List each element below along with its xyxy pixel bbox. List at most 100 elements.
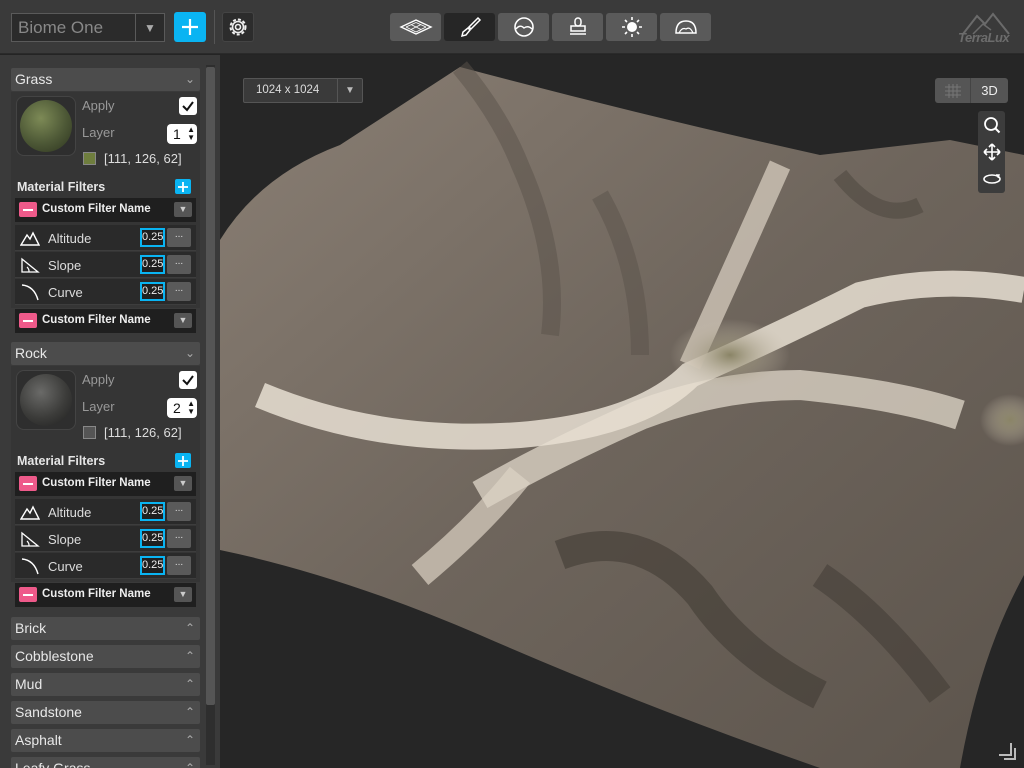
orbit-icon [982,173,1001,184]
chevron-down-icon[interactable]: ▼ [174,313,192,328]
filter-name: Custom Filter Name [42,314,151,326]
chevron-up-icon[interactable]: ⌃ [185,757,195,768]
chevron-up-icon[interactable]: ⌃ [185,645,195,668]
material-header-cobblestone[interactable]: Cobblestone ⌃ [11,645,200,668]
curve-more-button[interactable]: ... [167,556,191,575]
material-thumbnail[interactable] [16,96,76,156]
altitude-value-input[interactable]: 0.25 [140,502,165,521]
orbit-button[interactable] [978,165,1005,192]
terrain-tool-button[interactable] [390,13,441,41]
chevron-down-icon[interactable]: ▼ [136,14,164,41]
terrain-viewport[interactable] [220,55,1024,768]
layer-stepper[interactable]: 2 ▲ ▼ [167,398,197,418]
remove-filter-button[interactable] [19,476,37,491]
material-header-grass[interactable]: Grass ⌄ [11,68,200,91]
apply-checkbox[interactable] [179,371,197,389]
altitude-more-button[interactable]: ... [167,228,191,247]
apply-checkbox[interactable] [179,97,197,115]
logo-text: TerraLux [958,30,1010,45]
filter-name: Custom Filter Name [42,477,151,489]
chevron-up-icon[interactable]: ⌃ [185,673,195,696]
chevron-down-icon[interactable]: ▼ [338,79,362,102]
material-header-asphalt[interactable]: Asphalt ⌃ [11,729,200,752]
curve-label: Curve [48,559,83,574]
water-tool-button[interactable] [498,13,549,41]
curve-label: Curve [48,285,83,300]
paint-tool-button[interactable] [444,13,495,41]
chevron-down-icon[interactable]: ▼ [174,587,192,602]
biome-select-value: Biome One [12,14,136,41]
settings-button[interactable] [222,12,254,42]
sky-tool-button[interactable] [660,13,711,41]
slope-value-input[interactable]: 0.25 [140,255,165,274]
zoom-button[interactable] [978,111,1005,138]
chevron-down-icon[interactable]: ⌄ [185,342,195,365]
add-filter-button[interactable] [175,453,191,468]
curve-value-input[interactable]: 0.25 [140,282,165,301]
scrollbar-thumb[interactable] [206,67,215,705]
remove-filter-button[interactable] [19,587,37,602]
remove-filter-button[interactable] [19,313,37,328]
add-biome-button[interactable] [174,12,206,42]
add-filter-button[interactable] [175,179,191,194]
filter-row: Custom Filter Name ▼ [15,583,196,607]
material-name: Brick [15,620,47,636]
chevron-up-icon[interactable]: ⌃ [185,729,195,752]
sky-dome-icon [674,20,697,34]
curve-value-input[interactable]: 0.25 [140,556,165,575]
move-arrows-icon [982,142,1001,161]
layer-value: 2 [173,400,181,416]
stamp-tool-button[interactable] [552,13,603,41]
remove-filter-button[interactable] [19,202,37,217]
layer-value: 1 [173,126,181,142]
tool-group [390,13,711,41]
chevron-up-icon[interactable]: ⌃ [185,617,195,640]
minus-icon [23,319,33,322]
chevron-up-icon[interactable]: ⌃ [185,701,195,724]
resize-corner-icon[interactable] [997,741,1017,761]
filter-row: Custom Filter Name ▼ [15,472,196,496]
slope-more-button[interactable]: ... [167,255,191,274]
2d-view-button[interactable] [935,78,971,103]
material-name: Rock [15,345,47,361]
stepper-arrows-icon[interactable]: ▲ ▼ [187,126,195,142]
pan-button[interactable] [978,138,1005,165]
color-swatch[interactable] [83,426,96,439]
gear-icon [229,18,247,36]
chevron-down-icon[interactable]: ▼ [174,476,192,491]
curve-row: Curve 0.25 ... [15,279,196,305]
curve-row: Curve 0.25 ... [15,553,196,579]
layer-stepper[interactable]: 1 ▲ ▼ [167,124,197,144]
altitude-more-button[interactable]: ... [167,502,191,521]
toolbar-divider [214,10,215,44]
altitude-row: Altitude 0.25 ... [15,225,196,251]
resolution-select[interactable]: 1024 x 1024 ▼ [243,78,363,103]
color-swatch[interactable] [83,152,96,165]
filter-row: Custom Filter Name ▼ [15,198,196,222]
material-header-mud[interactable]: Mud ⌃ [11,673,200,696]
material-header-rock[interactable]: Rock ⌄ [11,342,200,365]
material-name: Asphalt [15,732,62,748]
material-header-sandstone[interactable]: Sandstone ⌃ [11,701,200,724]
material-thumbnail[interactable] [16,370,76,430]
material-name: Grass [15,71,53,87]
layer-label: Layer [82,125,115,140]
water-level-icon [513,17,534,37]
stepper-arrows-icon[interactable]: ▲ ▼ [187,400,195,416]
chevron-down-icon[interactable]: ⌄ [185,68,195,91]
stamp-icon [569,17,586,35]
slope-row: Slope 0.25 ... [15,252,196,278]
altitude-value-input[interactable]: 0.25 [140,228,165,247]
view-mode-toggle: 3D [935,78,1008,103]
color-value: [111, 126, 62] [104,151,182,166]
3d-view-button[interactable]: 3D [971,78,1008,103]
material-header-brick[interactable]: Brick ⌃ [11,617,200,640]
curve-more-button[interactable]: ... [167,282,191,301]
material-filters-title: Material Filters [17,454,106,468]
chevron-down-icon[interactable]: ▼ [174,202,192,217]
biome-select[interactable]: Biome One ▼ [11,13,165,42]
lighting-tool-button[interactable] [606,13,657,41]
slope-more-button[interactable]: ... [167,529,191,548]
material-header-leafy-grass[interactable]: Leafy Grass ⌃ [11,757,200,768]
slope-value-input[interactable]: 0.25 [140,529,165,548]
